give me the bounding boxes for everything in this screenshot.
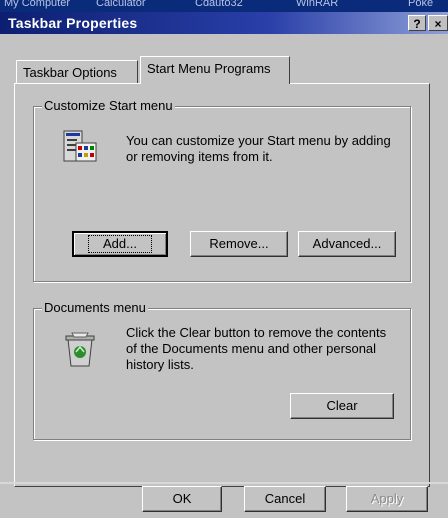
tab-panel: Customize Start menu You can customize y… <box>14 83 430 487</box>
cancel-button[interactable]: Cancel <box>244 486 326 512</box>
tab-taskbar-options[interactable]: Taskbar Options <box>16 60 138 84</box>
help-button[interactable]: ? <box>408 15 426 31</box>
advanced-button[interactable]: Advanced... <box>298 231 396 257</box>
taskbar-item-my-computer[interactable]: My Computer <box>4 0 70 9</box>
taskbar-strip: My Computer Calculator Cdauto32 WinRAR P… <box>0 0 448 12</box>
ok-button[interactable]: OK <box>142 486 222 512</box>
taskbar-item-winrar[interactable]: WinRAR <box>296 0 338 9</box>
remove-button[interactable]: Remove... <box>190 231 288 257</box>
window-title: Taskbar Properties <box>8 15 138 31</box>
bottom-divider <box>0 482 448 484</box>
add-button[interactable]: Add... <box>72 231 168 257</box>
title-bar[interactable]: Taskbar Properties ? × <box>0 12 448 34</box>
customize-description: You can customize your Start menu by add… <box>126 133 391 164</box>
start-menu-icon <box>63 130 97 162</box>
add-button-label: Add... <box>88 235 152 253</box>
recycle-bin-icon <box>65 332 95 367</box>
dialog-body: Taskbar Options Start Menu Programs Cust… <box>0 34 448 518</box>
taskbar-item-calculator[interactable]: Calculator <box>96 0 146 9</box>
taskbar-item-poke[interactable]: Poke <box>408 0 433 9</box>
documents-description: Click the Clear button to remove the con… <box>126 325 387 372</box>
customize-start-menu-group: Customize Start menu You can customize y… <box>33 98 411 282</box>
customize-legend: Customize Start menu <box>42 98 175 113</box>
clear-button[interactable]: Clear <box>290 393 394 419</box>
taskbar-item-cdauto32[interactable]: Cdauto32 <box>195 0 243 9</box>
tab-start-menu-programs[interactable]: Start Menu Programs <box>140 56 290 84</box>
apply-button[interactable]: Apply <box>346 486 428 512</box>
close-button[interactable]: × <box>428 15 448 31</box>
documents-legend: Documents menu <box>42 300 148 315</box>
documents-menu-group: Documents menu Click the Clear button to… <box>33 300 411 440</box>
